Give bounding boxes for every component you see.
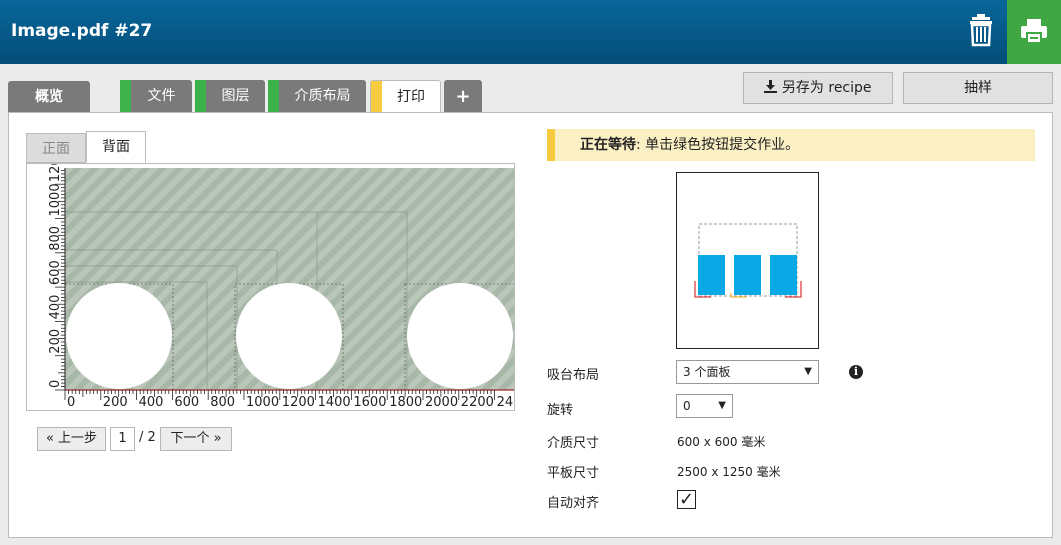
plus-icon: +: [455, 86, 471, 107]
status-banner: 正在等待: 单击绿色按钮提交作业。: [547, 129, 1035, 161]
prev-page-button[interactable]: « 上一步: [37, 427, 106, 451]
x-ruler-label: 24: [497, 395, 514, 410]
tab-status-bar: [371, 81, 382, 114]
rotation-label: 旋转: [547, 403, 574, 418]
chevron-down-icon: ▼: [804, 366, 812, 377]
download-icon: [764, 80, 778, 93]
media-circle: [236, 283, 342, 389]
app-header: Image.pdf #27: [0, 0, 1061, 64]
tab-back-label: 背面: [102, 139, 130, 155]
checkmark-icon: ✓: [678, 489, 695, 510]
printer-icon: [1021, 19, 1047, 44]
x-ruler-label: 1000: [246, 395, 279, 410]
chevron-down-icon: ▼: [718, 400, 726, 411]
x-ruler-label: 2200: [461, 395, 494, 410]
tab-media-layout-label: 介质布局: [294, 88, 351, 104]
page-total: / 2: [139, 430, 156, 445]
panel-thumbnail: [734, 255, 761, 295]
x-ruler-label: 2000: [425, 395, 458, 410]
x-ruler-label: 1200: [282, 395, 315, 410]
media-size-label: 介质尺寸: [547, 436, 600, 451]
x-ruler-label: 1600: [353, 395, 386, 410]
tab-status-bar: [195, 80, 206, 113]
page-number-input[interactable]: 1: [110, 427, 135, 451]
tab-status-bar: [268, 80, 279, 113]
tab-back[interactable]: 背面: [86, 131, 146, 163]
board-size-label: 平板尺寸: [547, 466, 600, 481]
panel-thumbnail: [770, 255, 797, 295]
document-title: Image.pdf #27: [11, 21, 153, 41]
save-recipe-button[interactable]: 另存为 recipe: [743, 72, 893, 104]
y-ruler-label: 400: [48, 295, 63, 320]
x-ruler-label: 1800: [389, 395, 422, 410]
x-ruler-label: 400: [139, 395, 164, 410]
table-preview-canvas: 0 200 400 600 800 1000 1200 1400 1600 1800 2000 220…: [48, 164, 514, 410]
y-ruler-label: 800: [48, 226, 63, 251]
status-message: : 单击绿色按钮提交作业。: [636, 137, 800, 153]
x-ruler-label: 200: [103, 395, 128, 410]
board-size-value: 2500 x 1250 毫米: [677, 465, 781, 479]
table-layout-label: 吸台布局: [547, 368, 600, 383]
status-state: 正在等待: [580, 137, 636, 153]
tab-file-label: 文件: [147, 88, 176, 104]
auto-align-checkbox[interactable]: ✓: [677, 490, 696, 509]
trash-icon[interactable]: [965, 14, 997, 50]
tab-status-bar: [120, 80, 131, 113]
media-size-value: 600 x 600 毫米: [677, 435, 766, 449]
prev-page-label: « 上一步: [45, 431, 98, 446]
tab-print[interactable]: 打印: [370, 80, 441, 114]
table-preview: 0 200 400 600 800 1000 1200 1400 1600 1800 2000 220…: [26, 163, 515, 411]
next-page-label: 下一个 »: [170, 431, 222, 446]
y-ruler-label: 1000: [48, 183, 63, 216]
rotation-value: 0: [683, 399, 691, 413]
tab-layers-label: 图层: [221, 88, 250, 104]
media-circle: [407, 283, 513, 389]
next-page-button[interactable]: 下一个 »: [160, 427, 232, 451]
y-ruler-label: 0: [48, 380, 63, 388]
tab-overview[interactable]: 概览: [8, 81, 90, 113]
sample-label: 抽样: [964, 80, 992, 96]
tab-print-label: 打印: [397, 89, 425, 105]
tab-front-label: 正面: [42, 141, 70, 157]
x-ruler-label: 1400: [318, 395, 351, 410]
print-button[interactable]: [1007, 0, 1061, 64]
tab-file[interactable]: 文件: [120, 80, 192, 113]
rotation-select[interactable]: 0 ▼: [676, 394, 733, 418]
tab-front[interactable]: 正面: [26, 133, 86, 163]
info-icon[interactable]: i: [849, 365, 863, 379]
x-ruler-label: 600: [174, 395, 199, 410]
table-layout-select[interactable]: 3 个面板 ▼: [676, 360, 819, 384]
y-ruler-label: 600: [48, 260, 63, 285]
tab-overview-label: 概览: [35, 89, 63, 105]
media-circle: [66, 283, 172, 389]
layout-thumbnail: [676, 172, 819, 349]
tab-layers[interactable]: 图层: [195, 80, 265, 113]
tab-media-layout[interactable]: 介质布局: [268, 80, 366, 113]
panel-thumbnail: [698, 255, 725, 295]
x-ruler-label: 0: [67, 395, 75, 410]
save-recipe-label: 另存为 recipe: [781, 80, 872, 96]
auto-align-label: 自动对齐: [547, 496, 600, 511]
page-number-value: 1: [118, 431, 127, 446]
table-layout-value: 3 个面板: [683, 365, 731, 379]
x-ruler-label: 800: [210, 395, 235, 410]
y-ruler-label: 1200: [48, 164, 63, 182]
sample-button[interactable]: 抽样: [903, 72, 1053, 104]
add-tab-button[interactable]: +: [444, 80, 482, 113]
y-ruler-label: 200: [48, 329, 63, 354]
